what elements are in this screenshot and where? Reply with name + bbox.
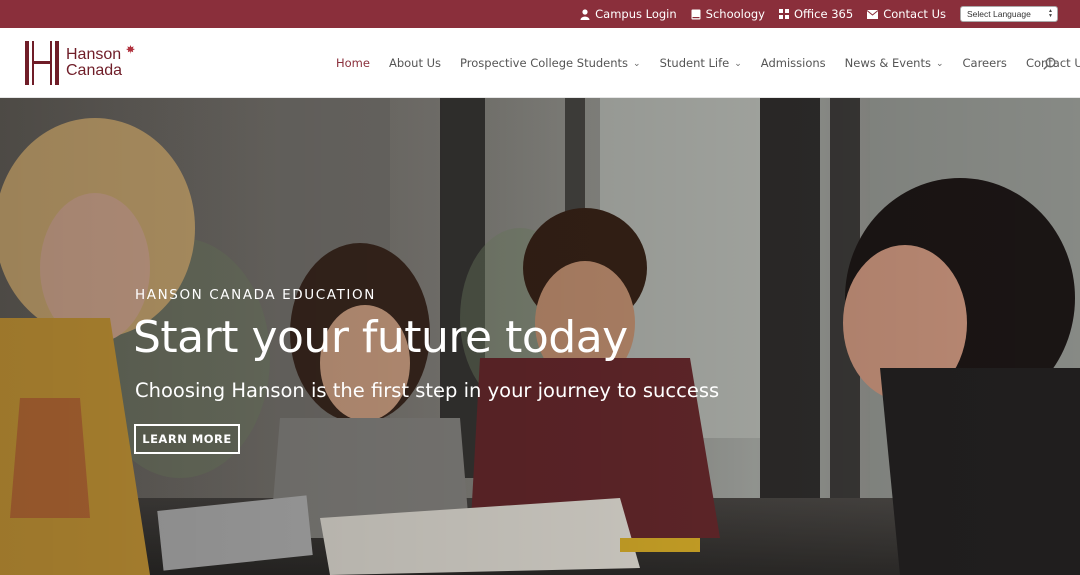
grid-icon bbox=[779, 9, 789, 19]
logo-line2: Canada bbox=[66, 62, 123, 79]
top-utility-bar: Campus Login Schoology Office 365 Contac… bbox=[0, 0, 1080, 28]
nav-label-careers: Careers bbox=[962, 56, 1007, 70]
nav-label-prospective-college-students: Prospective College Students bbox=[460, 56, 629, 70]
office365-label: Office 365 bbox=[794, 7, 854, 21]
campus-login-link[interactable]: Campus Login bbox=[580, 7, 677, 21]
main-navigation: Home About Us Prospective College Studen… bbox=[336, 28, 1080, 98]
nav-item-home[interactable]: Home bbox=[336, 56, 370, 70]
nav-label-home: Home bbox=[336, 56, 370, 70]
nav-item-student-life[interactable]: Student Life ⌄ bbox=[660, 56, 742, 70]
nav-item-careers[interactable]: Careers bbox=[963, 56, 1007, 70]
nav-item-prospective-college-students[interactable]: Prospective College Students ⌄ bbox=[460, 56, 641, 70]
schoology-link[interactable]: Schoology bbox=[691, 7, 765, 21]
nav-label-student-life: Student Life bbox=[659, 56, 730, 70]
hero-title: Start your future today bbox=[133, 312, 628, 363]
chevron-down-icon: ⌄ bbox=[734, 59, 742, 69]
nav-item-news-events[interactable]: News & Events ⌄ bbox=[845, 56, 944, 70]
hero-subtitle: Choosing Hanson is the first step in you… bbox=[135, 379, 720, 402]
schoology-label: Schoology bbox=[705, 7, 765, 21]
language-select-value: Select Language bbox=[967, 9, 1031, 19]
office365-link[interactable]: Office 365 bbox=[779, 7, 853, 21]
nav-item-admissions[interactable]: Admissions bbox=[761, 56, 826, 70]
language-select[interactable]: Select Language ▲ ▼ bbox=[960, 6, 1058, 22]
nav-label-news-events: News & Events bbox=[844, 56, 931, 70]
nav-item-about-us[interactable]: About Us bbox=[389, 56, 441, 70]
campus-login-label: Campus Login bbox=[595, 7, 677, 21]
logo-line1: Hanson bbox=[66, 46, 122, 63]
hero-eyebrow: HANSON CANADA EDUCATION bbox=[135, 287, 376, 303]
top-contact-us-link[interactable]: Contact Us bbox=[867, 7, 946, 21]
chevron-down-icon: ⌄ bbox=[935, 59, 944, 69]
book-icon bbox=[691, 9, 701, 19]
hanson-canada-logo[interactable]: Hanson Canada bbox=[24, 40, 144, 86]
top-contact-us-label: Contact Us bbox=[883, 7, 946, 21]
user-icon bbox=[580, 8, 590, 20]
hero-banner: HANSON CANADA EDUCATION Start your futur… bbox=[0, 98, 1080, 575]
chevron-down-icon: ⌄ bbox=[633, 59, 641, 69]
nav-label-admissions: Admissions bbox=[760, 56, 826, 70]
search-icon[interactable] bbox=[1043, 57, 1056, 70]
learn-more-button[interactable]: LEARN MORE bbox=[134, 424, 240, 454]
logo-h-mark-icon bbox=[25, 41, 59, 85]
maple-leaf-icon bbox=[126, 45, 135, 54]
logo-text: Hanson Canada bbox=[66, 47, 122, 79]
select-arrows-icon: ▲ ▼ bbox=[1048, 8, 1053, 19]
nav-label-about-us: About Us bbox=[388, 56, 442, 70]
envelope-icon bbox=[867, 9, 879, 19]
site-header: Hanson Canada Home About Us Prospective … bbox=[0, 28, 1080, 98]
